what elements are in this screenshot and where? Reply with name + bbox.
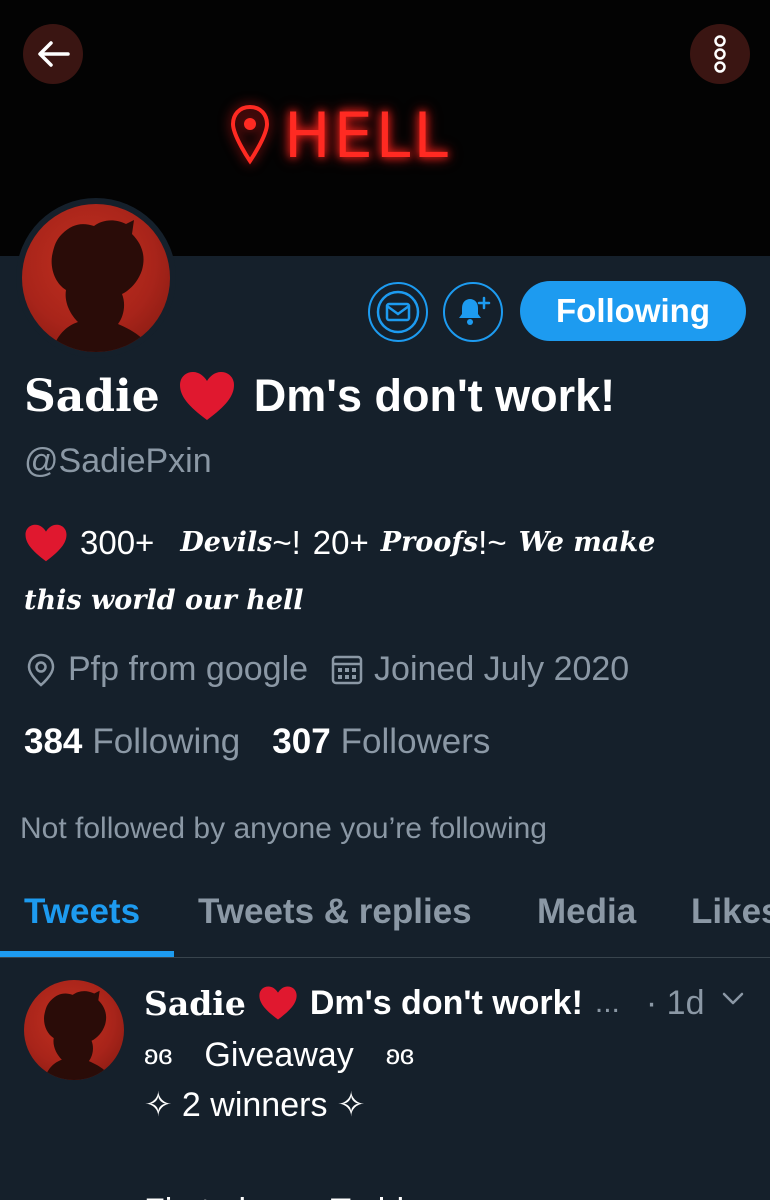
- more-vertical-icon: [714, 35, 726, 73]
- user-handle: @SadiePxin: [24, 442, 212, 480]
- notifications-button[interactable]: [443, 282, 503, 342]
- profile-tabs: Tweets Tweets & replies Media Likes: [0, 860, 770, 958]
- location-text: Pfp from google: [68, 650, 309, 688]
- following-button[interactable]: Following: [520, 281, 746, 341]
- tweet-timestamp: · 1d: [645, 983, 705, 1022]
- following-count: 384: [24, 722, 83, 761]
- heart-icon: [179, 372, 234, 420]
- tweet-author-ellipsis: ...: [594, 986, 620, 1019]
- tab-media[interactable]: Media: [537, 892, 636, 932]
- avatar-image: [22, 204, 170, 352]
- map-pin-icon: [230, 105, 270, 165]
- display-name: Sadie Dm's don't work!: [24, 366, 615, 426]
- tweet-header: Sadie Dm's don't work! ... · 1d: [144, 980, 754, 1026]
- active-tab-indicator: [0, 951, 174, 957]
- display-name-part1: Sadie: [24, 370, 160, 422]
- following-label: Following: [92, 722, 241, 761]
- avatar-silhouette: [51, 220, 152, 352]
- bio-count1: 300+: [80, 524, 155, 561]
- message-button[interactable]: [368, 282, 428, 342]
- tweet-line3-clipped: First place - Teddy z: [144, 1176, 448, 1200]
- follow-stats: 384 Following 307 Followers: [24, 722, 490, 762]
- tweet-author-part2: Dm's don't work!: [309, 983, 583, 1022]
- calendar-icon: [331, 655, 363, 684]
- tweet-text: ʚɞ Giveaway ʚɞ ✧ 2 winners ✧ First place…: [144, 1030, 448, 1200]
- display-name-part2: Dm's don't work!: [253, 370, 616, 421]
- mutual-followers-note: Not followed by anyone you’re following: [20, 812, 547, 845]
- profile-page: HELL Following Sadie Dm's don't work! @S…: [0, 0, 770, 1200]
- bio-word2: Proofs: [380, 527, 479, 558]
- tweet-line2: ✧ 2 winners ✧: [144, 1086, 366, 1124]
- bio-phrase2: this world our hell: [24, 585, 304, 616]
- back-button[interactable]: [23, 24, 83, 84]
- joined-text: Joined July 2020: [374, 650, 630, 688]
- tweet-avatar[interactable]: [24, 980, 124, 1080]
- more-options-button[interactable]: [690, 24, 750, 84]
- tab-tweets-replies[interactable]: Tweets & replies: [198, 892, 472, 932]
- bio-tail2: !~: [478, 524, 507, 561]
- heart-icon: [259, 986, 297, 1020]
- bell-plus-icon: [459, 296, 491, 325]
- joined-item: Joined July 2020: [330, 650, 629, 689]
- tab-tweets[interactable]: Tweets: [24, 892, 140, 932]
- tweet-symbol: ʚɞ: [144, 1039, 173, 1070]
- location-item: Pfp from google: [24, 650, 308, 689]
- heart-icon: [25, 524, 67, 562]
- tweet-author-part1: Sadie: [144, 983, 246, 1023]
- tweet-line3: First place - Teddy z: [144, 1186, 448, 1200]
- followers-count: 307: [272, 722, 331, 761]
- bio-phrase1: We make: [518, 527, 656, 558]
- profile-bio: 300+ Devils ~! 20+ Proofs !~ We make this …: [24, 518, 754, 626]
- banner-text: HELL: [284, 98, 451, 172]
- avatar-silhouette: [44, 990, 112, 1080]
- bio-tail1: ~!: [272, 524, 301, 561]
- tweet-line1-text: Giveaway: [204, 1036, 354, 1074]
- profile-meta: Pfp from google Joined July 2020: [24, 650, 629, 689]
- chevron-down-icon[interactable]: [720, 988, 746, 1008]
- bio-count2: 20+: [312, 524, 369, 561]
- bio-word1: Devils: [180, 527, 273, 558]
- tab-likes[interactable]: Likes: [691, 892, 770, 932]
- followers-label: Followers: [340, 722, 491, 761]
- banner-graphic: HELL: [230, 90, 530, 180]
- tweet-symbol: ʚɞ: [385, 1039, 415, 1070]
- envelope-icon: [376, 290, 420, 334]
- location-pin-icon: [27, 653, 55, 687]
- followers-stat[interactable]: 307 Followers: [272, 722, 490, 762]
- profile-avatar[interactable]: [16, 198, 176, 358]
- following-stat[interactable]: 384 Following: [24, 722, 240, 762]
- arrow-left-icon: [38, 41, 70, 67]
